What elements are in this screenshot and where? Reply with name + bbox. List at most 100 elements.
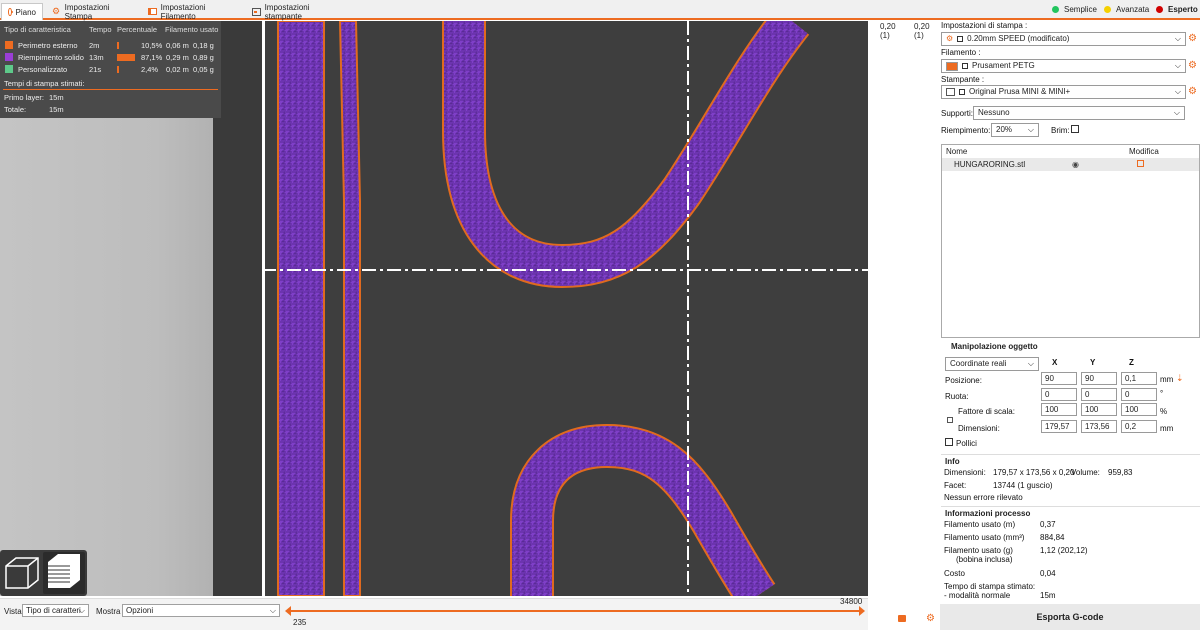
info-dims-label: Dimensioni: (944, 468, 986, 477)
position-label: Posizione: (945, 376, 982, 385)
scale-z-field[interactable]: 100 (1121, 403, 1157, 416)
position-y-field[interactable]: 90 (1081, 372, 1117, 385)
legend-row-percent: 10,5% (141, 41, 163, 50)
legend-row-percent: 87,1% (141, 53, 163, 62)
bottom-toolbar: Vista Tipo di caratteri ⌵ Mostra Opzioni… (0, 597, 868, 630)
filament-combo[interactable]: Prusament PETG ⌵ (941, 59, 1186, 73)
view-label: Vista (4, 607, 22, 616)
rotate-x-field[interactable]: 0 (1041, 388, 1077, 401)
chevron-down-icon: ⌵ (1174, 34, 1181, 43)
track-left-wide (277, 21, 325, 596)
legend-row-time: 2m (89, 41, 100, 50)
tab-plater[interactable]: Piano (1, 3, 43, 20)
lock-icon[interactable] (898, 615, 906, 622)
show-options-select[interactable]: Opzioni ⌵ (122, 604, 280, 617)
object-row[interactable]: HUNGARORING.stl ◉ (942, 158, 1199, 171)
infill-combo[interactable]: 20% ⌵ (991, 123, 1039, 137)
info-title: Info (945, 457, 960, 466)
inches-checkbox[interactable] (945, 438, 953, 446)
legend-row-length: 0,06 m (166, 41, 189, 50)
slider-left-value: 235 (293, 618, 307, 627)
drop-to-bed-icon[interactable]: ⇣ (1176, 373, 1184, 384)
print-settings-value: 0.20mm SPEED (modificato) (967, 34, 1070, 43)
total-label: Totale: (4, 105, 27, 114)
proc-value: 0,04 (1040, 569, 1056, 578)
chevron-down-icon: ⌵ (1174, 87, 1181, 96)
position-z-field[interactable]: 0,1 (1121, 372, 1157, 385)
legend-row: Perimetro esterno 2m 10,5% 0,06 m 0,18 g (0, 41, 221, 52)
legend-row-time: 13m (89, 53, 104, 62)
slider-left-thumb[interactable] (285, 606, 291, 616)
slider-right-thumb[interactable] (859, 606, 865, 616)
settings-icon[interactable]: ⚙ (926, 613, 935, 624)
spool-icon (148, 8, 157, 15)
object-name: HUNGARORING.stl (954, 160, 1026, 169)
tab-filament-settings[interactable]: Impostazioni Filamento (142, 3, 244, 21)
tab-printer-settings[interactable]: Impostazioni stampante (246, 3, 350, 21)
coordinate-system-combo[interactable]: Coordinate reali ⌵ (945, 357, 1039, 371)
proc-value: 0,37 (1040, 520, 1056, 529)
tab-print-settings[interactable]: ⚙ Impostazioni Stampa (46, 2, 142, 21)
printer-value: Original Prusa MINI & MINI+ (969, 87, 1071, 96)
legend-row-time: 21s (89, 65, 102, 74)
mode-advanced[interactable]: Avanzata (1104, 5, 1149, 14)
lock-icon (957, 36, 964, 42)
brim-checkbox[interactable] (1071, 125, 1079, 133)
rotate-z-field[interactable]: 0 (1121, 388, 1157, 401)
plater-icon (8, 8, 13, 16)
printer-icon (946, 88, 955, 96)
object-list[interactable]: Nome Modifica HUNGARORING.stl ◉ (941, 144, 1200, 338)
chevron-down-icon: ⌵ (1027, 125, 1034, 134)
size-z-field[interactable]: 0,2 (1121, 420, 1157, 433)
move-slider[interactable] (285, 606, 865, 616)
slider-right-value: 34800 (840, 597, 863, 606)
supports-combo[interactable]: Nessuno ⌵ (973, 106, 1185, 120)
mode-expert[interactable]: Esperto (1156, 5, 1198, 14)
print-settings-combo[interactable]: ⚙ 0.20mm SPEED (modificato) ⌵ (941, 32, 1186, 46)
simple-mode-icon (1052, 6, 1059, 13)
proc-label: (bobina inclusa) (956, 555, 1013, 564)
scale-lock-icon[interactable] (947, 417, 953, 423)
axis-y-label: Y (1090, 358, 1096, 367)
legend-time-title: Tempi di stampa stimati: (0, 79, 221, 90)
legend-swatch (5, 65, 13, 73)
rotate-y-field[interactable]: 0 (1081, 388, 1117, 401)
layer-top-left-sub: (1) (880, 31, 890, 40)
chevron-down-icon: ⌵ (1174, 61, 1181, 70)
mode-simple[interactable]: Semplice (1052, 5, 1097, 14)
bed-border (262, 21, 265, 596)
legend-panel: Tipo di caratteristica Tempo Percentuale… (0, 21, 221, 118)
size-unit: mm (1160, 424, 1174, 433)
print-settings-gear-icon[interactable]: ⚙ (1188, 34, 1197, 44)
legend-row-length: 0,02 m (166, 65, 189, 74)
layer-slider[interactable]: 0,20 (1) 0,20 (1) ⚙ (868, 21, 938, 630)
first-layer-value: 15m (49, 93, 64, 102)
legend-row-length: 0,29 m (166, 53, 189, 62)
top-tab-bar: Piano ⚙ Impostazioni Stampa Impostazioni… (0, 0, 1200, 21)
tab-print-settings-label: Impostazioni Stampa (64, 2, 110, 21)
coord-value: Coordinate reali (950, 359, 1007, 368)
legend-header-filament: Filamento usato (165, 25, 219, 34)
printer-label: Stampante : (941, 75, 985, 84)
filament-gear-icon[interactable]: ⚙ (1188, 61, 1197, 71)
3d-preview-viewport[interactable] (262, 21, 868, 596)
export-gcode-button[interactable]: Esporta G-code (940, 604, 1200, 630)
info-facets-value: 13744 (1 guscio) (993, 481, 1053, 490)
size-x-field[interactable]: 179,57 (1041, 420, 1077, 433)
chevron-down-icon: ⌵ (78, 606, 85, 615)
position-x-field[interactable]: 90 (1041, 372, 1077, 385)
3d-view-icon[interactable] (5, 557, 39, 589)
scale-y-field[interactable]: 100 (1081, 403, 1117, 416)
scale-x-field[interactable]: 100 (1041, 403, 1077, 416)
view-type-select[interactable]: Tipo di caratteri ⌵ (22, 604, 89, 617)
size-y-field[interactable]: 173,56 (1081, 420, 1117, 433)
proc-label: Costo (944, 569, 965, 578)
printer-gear-icon[interactable]: ⚙ (1188, 87, 1197, 97)
printer-combo[interactable]: Original Prusa MINI & MINI+ ⌵ (941, 85, 1186, 99)
legend-row: Personalizzato 21s 2,4% 0,02 m 0,05 g (0, 65, 221, 76)
eye-icon[interactable]: ◉ (1072, 160, 1079, 169)
legend-row-weight: 0,89 g (193, 53, 214, 62)
show-options-value: Opzioni (126, 606, 154, 615)
preview-layers-icon[interactable] (43, 552, 85, 594)
edit-icon[interactable] (1137, 160, 1144, 167)
